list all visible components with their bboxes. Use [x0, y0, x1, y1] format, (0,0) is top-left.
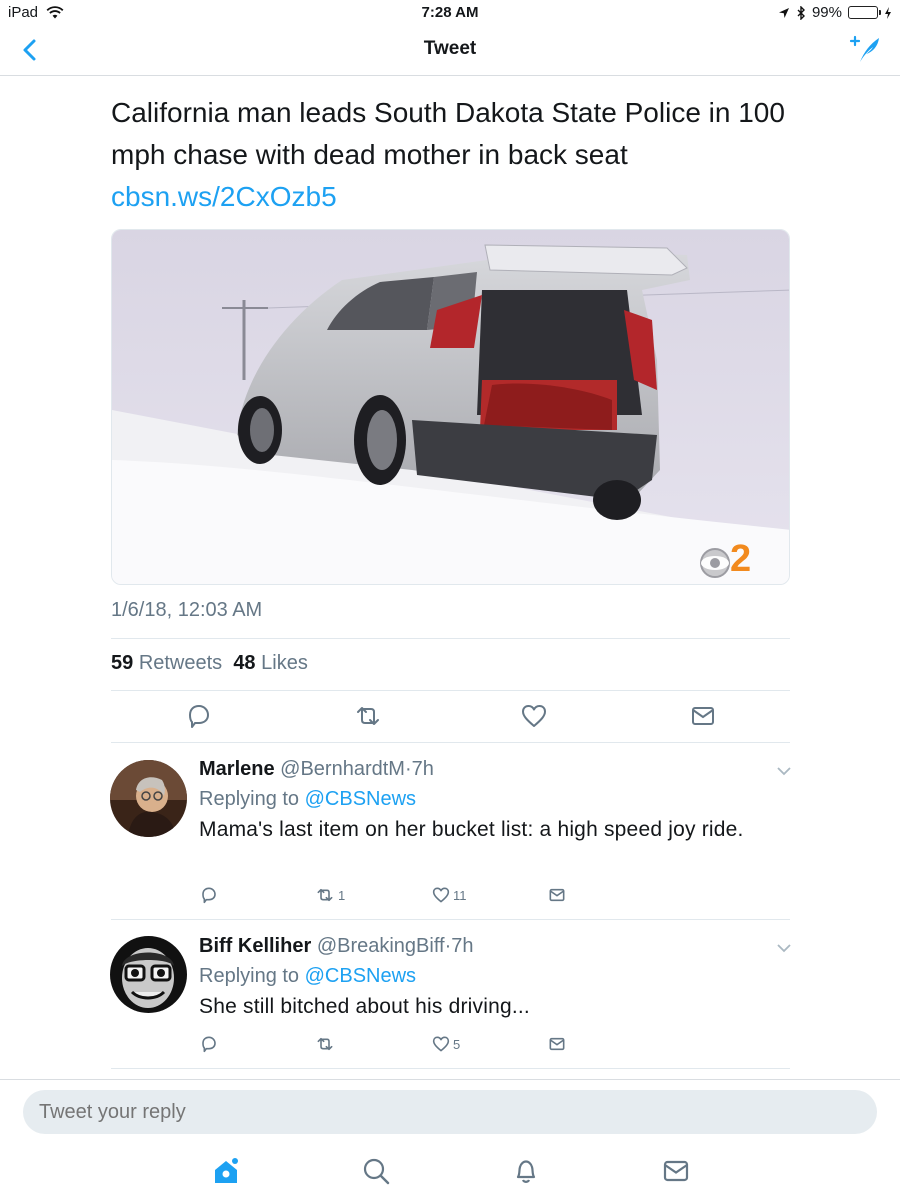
reply-actions: 5	[199, 1032, 579, 1056]
reply-item[interactable]: Biff Kelliher @BreakingBiff·7h Replying …	[0, 920, 900, 1068]
compose-tweet-icon[interactable]	[848, 34, 882, 66]
reply-author-name[interactable]: Biff Kelliher	[199, 935, 311, 957]
tweet-text: California man leads South Dakota State …	[111, 92, 791, 218]
reply-header: Biff Kelliher @BreakingBiff·7h	[199, 935, 474, 958]
reply-time: 7h	[411, 758, 434, 780]
replying-to-handle[interactable]: @CBSNews	[305, 965, 416, 987]
retweet-count: 1	[338, 887, 346, 903]
replying-to-handle[interactable]: @CBSNews	[305, 788, 416, 810]
avatar-image	[110, 760, 187, 837]
reply-button[interactable]	[199, 1032, 219, 1056]
reply-actions: 1 11	[199, 883, 579, 907]
reply-text: She still bitched about his driving...	[199, 995, 530, 1018]
media-watermark: 2	[730, 538, 752, 580]
replying-to: Replying to @CBSNews	[199, 965, 416, 988]
reply-input[interactable]	[23, 1090, 877, 1134]
home-icon[interactable]	[211, 1156, 241, 1186]
reply-icon	[202, 1036, 216, 1053]
replying-to: Replying to @CBSNews	[199, 788, 416, 811]
tweet-media[interactable]: 2	[111, 229, 790, 585]
bluetooth-icon	[797, 5, 805, 20]
reply-separator: ·	[404, 758, 412, 780]
search-icon[interactable]	[361, 1156, 391, 1186]
reply-icon[interactable]	[184, 701, 214, 731]
tweet-actions	[111, 701, 790, 741]
tweet-timestamp: 1/6/18, 12:03 AM	[111, 599, 263, 621]
avatar[interactable]	[110, 760, 187, 837]
chevron-down-icon[interactable]	[776, 765, 792, 777]
chevron-down-icon[interactable]	[776, 942, 792, 954]
reply-author-handle[interactable]: @BreakingBiff	[317, 935, 445, 957]
divider	[111, 690, 790, 691]
reply-time: 7h	[451, 935, 474, 957]
likes-label[interactable]: Likes	[261, 652, 308, 674]
divider	[111, 638, 790, 639]
notifications-icon[interactable]	[511, 1156, 541, 1186]
reply-author-name[interactable]: Marlene	[199, 758, 275, 780]
replying-to-label: Replying to	[199, 965, 300, 987]
retweets-count[interactable]: 59	[111, 652, 133, 674]
retweet-icon	[317, 1037, 333, 1051]
location-icon	[778, 7, 789, 18]
share-button[interactable]	[547, 883, 567, 907]
battery-percent: 99%	[811, 4, 842, 21]
like-count: 5	[453, 1036, 461, 1052]
like-icon	[432, 887, 450, 903]
reply-icon	[202, 887, 216, 904]
share-icon	[549, 1037, 565, 1051]
retweet-button[interactable]: 1	[314, 883, 345, 907]
like-button[interactable]: 11	[431, 883, 467, 907]
retweet-icon	[317, 888, 333, 902]
tweet-body: California man leads South Dakota State …	[111, 97, 785, 170]
retweet-icon[interactable]	[353, 701, 383, 731]
share-icon	[549, 888, 565, 902]
tweet-stats: 59 Retweets 48 Likes	[111, 652, 308, 675]
charging-icon	[885, 6, 891, 19]
status-right: 99%	[778, 4, 892, 21]
retweet-button[interactable]	[314, 1032, 338, 1056]
share-button[interactable]	[547, 1032, 567, 1056]
status-time: 7:28 AM	[421, 4, 479, 21]
reply-author-handle[interactable]: @BernhardtM	[280, 758, 405, 780]
reply-bar	[0, 1079, 900, 1200]
divider	[111, 1068, 790, 1069]
tweet-link[interactable]: cbsn.ws/2CxOzb5	[111, 181, 337, 212]
page-title: Tweet	[423, 38, 477, 59]
suv-in-snow-photo	[112, 230, 789, 584]
retweets-label[interactable]: Retweets	[139, 652, 222, 674]
battery-icon	[848, 6, 881, 19]
reply-button[interactable]	[199, 883, 219, 907]
likes-count[interactable]: 48	[233, 652, 255, 674]
like-icon[interactable]	[519, 701, 549, 731]
reply-text: Mama's last item on her bucket list: a h…	[199, 818, 744, 841]
status-bar: iPad 7:28 AM 99%	[0, 0, 900, 26]
like-button[interactable]: 5	[431, 1032, 460, 1056]
replying-to-label: Replying to	[199, 788, 300, 810]
like-count: 11	[453, 887, 467, 903]
avatar[interactable]	[110, 936, 187, 1013]
nav-bar: Tweet	[0, 26, 900, 76]
messages-icon[interactable]	[661, 1156, 691, 1186]
reply-item[interactable]: Marlene @BernhardtM·7h Replying to @CBSN…	[0, 743, 900, 919]
reply-header: Marlene @BernhardtM·7h	[199, 758, 434, 781]
avatar-image	[110, 936, 187, 1013]
like-icon	[432, 1036, 450, 1052]
share-icon[interactable]	[688, 701, 718, 731]
